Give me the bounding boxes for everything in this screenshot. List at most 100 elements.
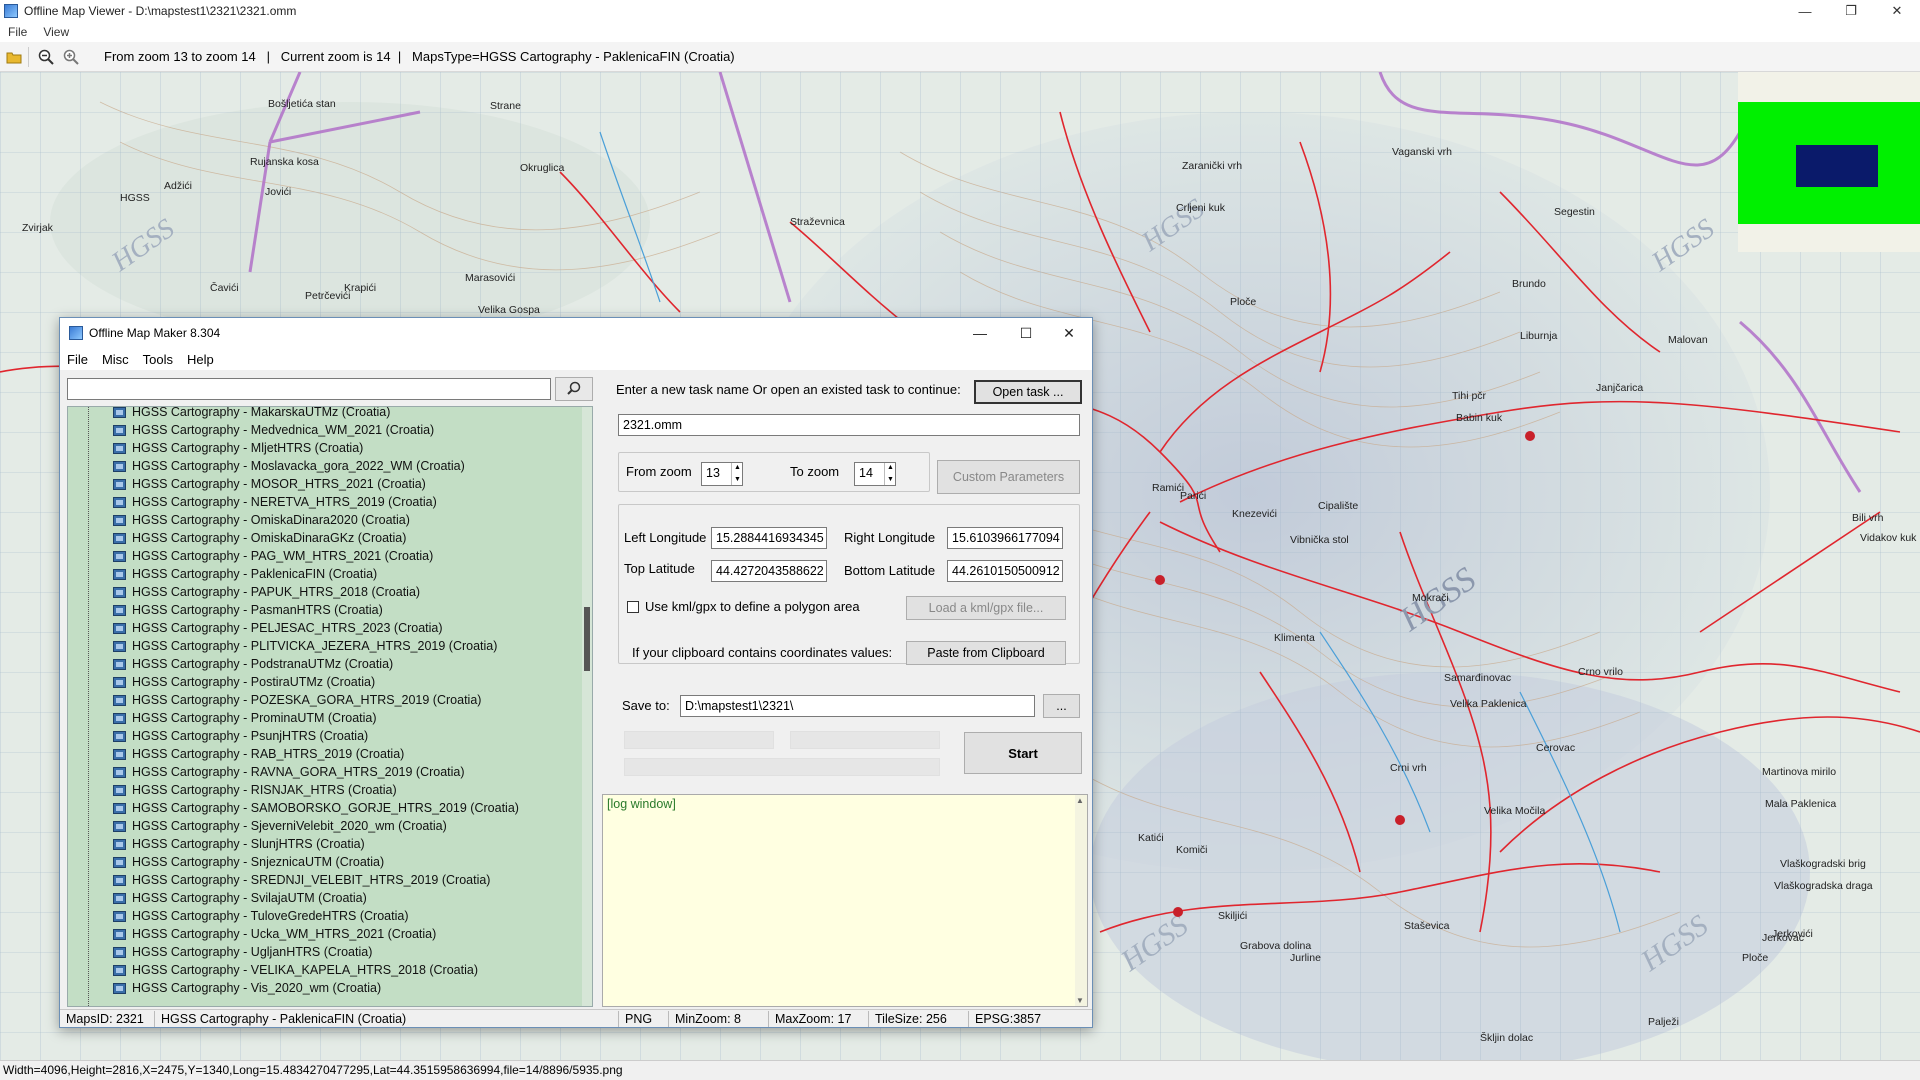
top-latitude-input[interactable]: 44.4272043588622 [711,560,827,582]
log-window[interactable]: [log window] ▲ ▼ [602,794,1088,1007]
map-search-input[interactable] [67,378,551,400]
status-maps-name: HGSS Cartography - PaklenicaFIN (Croatia… [155,1010,619,1027]
task-name-input[interactable]: 2321.omm [618,414,1080,436]
from-zoom-stepper[interactable]: ▲ ▼ [731,463,743,485]
scroll-up-icon[interactable]: ▲ [1076,796,1084,805]
close-button[interactable]: ✕ [1874,0,1920,22]
tree-item[interactable]: HGSS Cartography - Moslavacka_gora_2022_… [113,457,465,475]
tree-item[interactable]: HGSS Cartography - NERETVA_HTRS_2019 (Cr… [113,493,437,511]
kml-checkbox-label[interactable]: Use kml/gpx to define a polygon area [645,599,860,614]
tree-item[interactable]: HGSS Cartography - PAG_WM_HTRS_2021 (Cro… [113,547,433,565]
minimap-viewport[interactable] [1796,145,1878,187]
map-type-tree[interactable]: HGSS Cartography - MakarskaUTMz (Croatia… [67,406,593,1007]
start-button[interactable]: Start [964,732,1082,774]
tree-item[interactable]: HGSS Cartography - RISNJAK_HTRS (Croatia… [113,781,397,799]
map-layer-icon [113,838,126,850]
map-layer-icon [113,874,126,886]
tree-item[interactable]: HGSS Cartography - PAPUK_HTRS_2018 (Croa… [113,583,420,601]
tree-item[interactable]: HGSS Cartography - Medvednica_WM_2021 (C… [113,421,434,439]
save-to-input[interactable]: D:\mapstest1\2321\ [680,695,1035,717]
search-button[interactable] [555,377,593,401]
log-scrollbar[interactable]: ▲ ▼ [1075,795,1087,1006]
dialog-menu-help[interactable]: Help [180,352,221,367]
tree-item[interactable]: HGSS Cartography - PostiraUTMz (Croatia) [113,673,375,691]
tree-item[interactable]: HGSS Cartography - SREDNJI_VELEBIT_HTRS_… [113,871,490,889]
tree-item[interactable]: HGSS Cartography - MakarskaUTMz (Croatia… [113,407,390,421]
dialog-close-button[interactable]: ✕ [1046,318,1092,348]
dialog-maximize-button[interactable]: ☐ [1003,318,1049,348]
zoom-out-icon[interactable] [35,46,57,68]
tree-item[interactable]: HGSS Cartography - MljetHTRS (Croatia) [113,439,363,457]
scroll-down-icon[interactable]: ▼ [1076,996,1084,1005]
tree-item[interactable]: HGSS Cartography - TuloveGredeHTRS (Croa… [113,907,408,925]
tree-item[interactable]: HGSS Cartography - ProminaUTM (Croatia) [113,709,377,727]
tree-item-label: HGSS Cartography - UgljanHTRS (Croatia) [132,945,373,959]
tree-item[interactable]: HGSS Cartography - MOSOR_HTRS_2021 (Croa… [113,475,426,493]
tree-item[interactable]: HGSS Cartography - SAMOBORSKO_GORJE_HTRS… [113,799,519,817]
map-layer-icon [113,982,126,994]
tree-item[interactable]: HGSS Cartography - OmiskaDinara2020 (Cro… [113,511,410,529]
right-longitude-label: Right Longitude [844,530,936,545]
tree-item[interactable]: HGSS Cartography - RAVNA_GORA_HTRS_2019 … [113,763,465,781]
tree-item[interactable]: HGSS Cartography - Ucka_WM_HTRS_2021 (Cr… [113,925,436,943]
tree-item[interactable]: HGSS Cartography - PasmanHTRS (Croatia) [113,601,383,619]
tree-item[interactable]: HGSS Cartography - OmiskaDinaraGKz (Croa… [113,529,406,547]
viewer-menu-bar: File View [0,22,1920,42]
tree-item-label: HGSS Cartography - VELIKA_KAPELA_HTRS_20… [132,963,478,977]
minimize-button[interactable]: — [1782,0,1828,22]
kml-checkbox[interactable] [627,601,639,613]
overview-minimap[interactable] [1738,72,1920,252]
map-layer-icon [113,694,126,706]
restore-button[interactable]: ❐ [1828,0,1874,22]
menu-view[interactable]: View [35,25,77,39]
top-latitude-label: Top Latitude [624,561,695,576]
tree-item[interactable]: HGSS Cartography - RAB_HTRS_2019 (Croati… [113,745,404,763]
tree-item[interactable]: HGSS Cartography - PsunjHTRS (Croatia) [113,727,368,745]
tree-item[interactable]: HGSS Cartography - PELJESAC_HTRS_2023 (C… [113,619,443,637]
tree-item[interactable]: HGSS Cartography - PaklenicaFIN (Croatia… [113,565,377,583]
map-layer-icon [113,478,126,490]
map-layer-icon [113,442,126,454]
tree-item[interactable]: HGSS Cartography - PLITVICKA_JEZERA_HTRS… [113,637,497,655]
tree-scrollbar[interactable] [582,407,592,1006]
tree-item[interactable]: HGSS Cartography - SvilajaUTM (Croatia) [113,889,367,907]
tree-scroll-thumb[interactable] [584,607,590,671]
bottom-latitude-input[interactable]: 44.2610150500912 [947,560,1063,582]
dialog-minimize-button[interactable]: — [957,318,1003,348]
tree-item[interactable]: HGSS Cartography - Vis_2020_wm (Croatia) [113,979,381,997]
dialog-menu-file[interactable]: File [60,352,95,367]
tree-item-label: HGSS Cartography - SAMOBORSKO_GORJE_HTRS… [132,801,519,815]
tree-item[interactable]: HGSS Cartography - PodstranaUTMz (Croati… [113,655,393,673]
zoom-in-icon[interactable] [60,46,82,68]
map-layer-icon [113,784,126,796]
map-layer-icon [113,928,126,940]
tree-item-label: HGSS Cartography - RAVNA_GORA_HTRS_2019 … [132,765,465,779]
load-kml-button[interactable]: Load a kml/gpx file... [906,596,1066,620]
dialog-menu-misc[interactable]: Misc [95,352,136,367]
map-layer-icon [113,658,126,670]
paste-clipboard-button[interactable]: Paste from Clipboard [906,641,1066,665]
open-task-button[interactable]: Open task ... [974,380,1082,404]
dialog-menu-tools[interactable]: Tools [136,352,180,367]
tree-item-label: HGSS Cartography - MOSOR_HTRS_2021 (Croa… [132,477,426,491]
tree-item[interactable]: HGSS Cartography - SjeverniVelebit_2020_… [113,817,447,835]
to-zoom-stepper[interactable]: ▲ ▼ [884,463,896,485]
tree-item[interactable]: HGSS Cartography - VELIKA_KAPELA_HTRS_20… [113,961,478,979]
tree-item-label: HGSS Cartography - PaklenicaFIN (Croatia… [132,567,378,581]
tree-item[interactable]: HGSS Cartography - SlunjHTRS (Croatia) [113,835,365,853]
right-longitude-input[interactable]: 15.6103966177094 [947,527,1063,549]
map-layer-icon [113,568,126,580]
tree-item-label: HGSS Cartography - SREDNJI_VELEBIT_HTRS_… [132,873,491,887]
left-longitude-input[interactable]: 15.2884416934345 [711,527,827,549]
menu-file[interactable]: File [0,25,35,39]
browse-folder-button[interactable]: ... [1043,694,1080,718]
tree-item[interactable]: HGSS Cartography - SnjeznicaUTM (Croatia… [113,853,384,871]
tree-item[interactable]: HGSS Cartography - POZESKA_GORA_HTRS_201… [113,691,481,709]
map-layer-icon [113,748,126,760]
tree-item[interactable]: HGSS Cartography - UgljanHTRS (Croatia) [113,943,372,961]
map-layer-icon [113,514,126,526]
custom-parameters-button[interactable]: Custom Parameters [937,460,1080,494]
map-layer-icon [113,460,126,472]
map-layer-icon [113,622,126,634]
open-folder-icon[interactable] [3,46,25,68]
